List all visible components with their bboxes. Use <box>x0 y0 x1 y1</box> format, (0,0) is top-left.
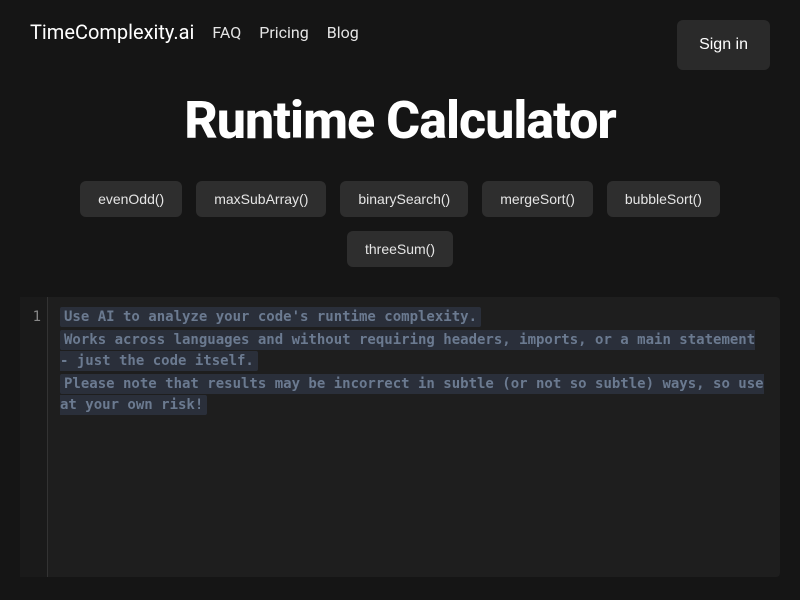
example-mergesort-button[interactable]: mergeSort() <box>482 181 593 217</box>
example-chips: evenOdd() maxSubArray() binarySearch() m… <box>0 181 800 287</box>
example-binarysearch-button[interactable]: binarySearch() <box>340 181 468 217</box>
header: TimeComplexity.ai FAQ Pricing Blog Sign … <box>0 0 800 80</box>
editor-placeholder-line1: Use AI to analyze your code's runtime co… <box>64 309 477 325</box>
example-bubblesort-button[interactable]: bubbleSort() <box>607 181 720 217</box>
example-maxsubarray-button[interactable]: maxSubArray() <box>196 181 326 217</box>
example-threesum-button[interactable]: threeSum() <box>347 231 453 267</box>
editor-placeholder-line3: Please note that results may be incorrec… <box>60 376 764 413</box>
brand-logo[interactable]: TimeComplexity.ai <box>30 20 194 44</box>
page-title: Runtime Calculator <box>20 90 780 151</box>
editor-content[interactable]: Use AI to analyze your code's runtime co… <box>48 297 780 577</box>
editor-placeholder-line2: Works across languages and without requi… <box>60 332 755 369</box>
code-editor[interactable]: 1 Use AI to analyze your code's runtime … <box>20 297 780 577</box>
editor-gutter: 1 <box>20 297 48 577</box>
nav-link-faq[interactable]: FAQ <box>212 23 241 42</box>
line-number: 1 <box>26 307 41 328</box>
nav-link-pricing[interactable]: Pricing <box>259 23 309 42</box>
example-evenodd-button[interactable]: evenOdd() <box>80 181 182 217</box>
nav-link-blog[interactable]: Blog <box>327 23 359 42</box>
nav-left: TimeComplexity.ai FAQ Pricing Blog <box>30 20 359 44</box>
signin-button[interactable]: Sign in <box>677 20 770 70</box>
hero-section: Runtime Calculator <box>0 80 800 181</box>
